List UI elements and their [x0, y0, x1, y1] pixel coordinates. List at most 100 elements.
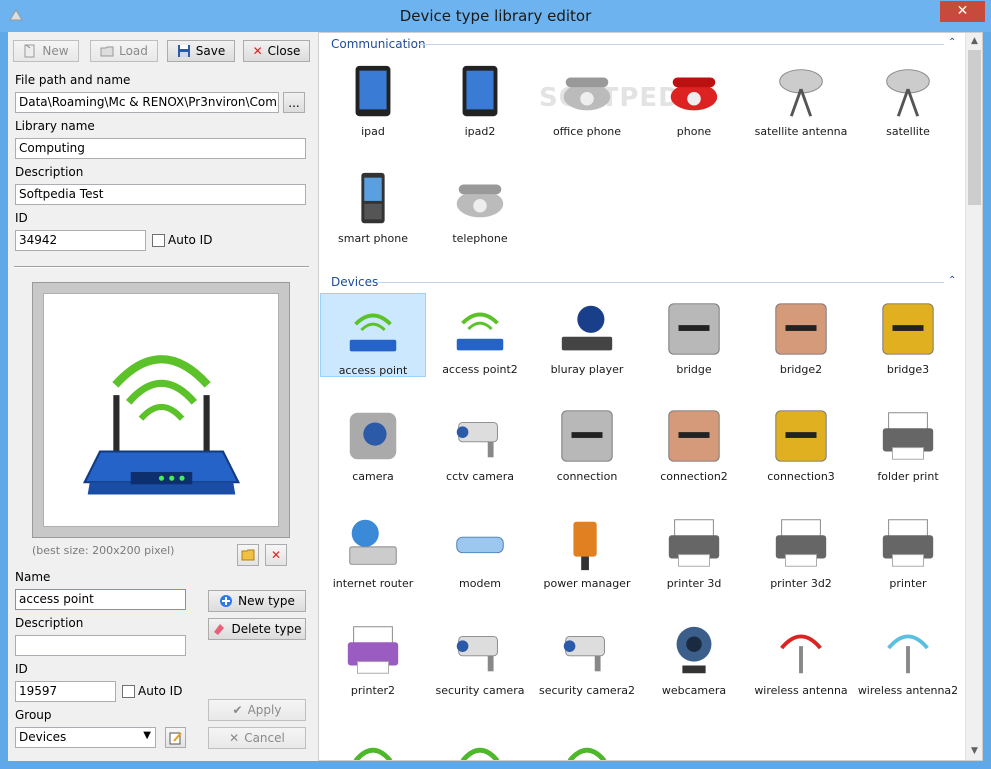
collapse-icon[interactable]: ⌃	[948, 275, 956, 286]
smart-phone-icon	[341, 166, 405, 230]
library-name-field[interactable]: Computing	[15, 138, 306, 159]
type-tile-printer[interactable]: printer	[855, 507, 961, 591]
section-header-communication[interactable]: Communication	[331, 37, 426, 51]
type-tile-folder-print[interactable]: folder print	[855, 400, 961, 484]
remove-image-button[interactable]: ✕	[265, 544, 287, 566]
type-tile-wireless-antenna[interactable]: wireless antenna	[748, 614, 854, 698]
group-dropdown[interactable]: Devices ▼	[15, 727, 156, 748]
type-tile-telephone[interactable]: telephone	[427, 162, 533, 246]
type-auto-id-checkbox[interactable]: Auto ID	[122, 684, 182, 698]
type-tile-blank[interactable]	[534, 721, 640, 760]
scroll-up-icon[interactable]: ▲	[966, 33, 982, 50]
browse-button[interactable]: ...	[283, 92, 305, 113]
type-tile-blank[interactable]	[320, 721, 426, 760]
security-camera2-icon	[555, 618, 619, 682]
type-tile-phone[interactable]: phone	[641, 55, 747, 139]
delete-icon: ✕	[270, 548, 282, 562]
type-tile-ipad2[interactable]: ipad2	[427, 55, 533, 139]
divider	[14, 266, 309, 268]
save-button[interactable]: Save	[167, 40, 235, 62]
type-tile-printer-3d[interactable]: printer 3d	[641, 507, 747, 591]
image-size-hint: (best size: 200x200 pixel)	[32, 544, 175, 557]
type-tile-webcamera[interactable]: webcamera	[641, 614, 747, 698]
bridge2-icon	[769, 297, 833, 361]
type-tile-label: office phone	[552, 125, 622, 138]
type-description-field[interactable]	[15, 635, 186, 656]
image-preview-frame[interactable]	[32, 282, 290, 538]
type-tile-smart-phone[interactable]: smart phone	[320, 162, 426, 246]
type-tile-office-phone[interactable]: office phone	[534, 55, 640, 139]
apply-label: Apply	[247, 703, 282, 717]
library-id-label: ID	[15, 211, 28, 225]
type-tile-internet-router[interactable]: internet router	[320, 507, 426, 591]
type-tile-satellite[interactable]: satellite	[855, 55, 961, 139]
apply-button[interactable]: ✔ Apply	[208, 699, 306, 721]
type-tile-bridge2[interactable]: bridge2	[748, 293, 854, 377]
type-tile-cctv-camera[interactable]: cctv camera	[427, 400, 533, 484]
add-icon	[220, 595, 233, 607]
library-description-field[interactable]: Softpedia Test	[15, 184, 306, 205]
blank-icon	[448, 725, 512, 760]
library-id-field[interactable]: 34942	[15, 230, 146, 251]
edit-groups-button[interactable]	[165, 727, 186, 748]
type-tile-security-camera2[interactable]: security camera2	[534, 614, 640, 698]
type-tile-access-point2[interactable]: access point2	[427, 293, 533, 377]
type-tile-connection2[interactable]: connection2	[641, 400, 747, 484]
window-close-button[interactable]: ✕	[940, 1, 985, 22]
edit-icon	[169, 731, 182, 744]
checkbox-box	[152, 233, 165, 247]
cancel-button[interactable]: ✕ Cancel	[208, 727, 306, 749]
delete-type-button[interactable]: Delete type	[208, 618, 306, 640]
type-tile-label: telephone	[452, 232, 508, 245]
load-button[interactable]: Load	[90, 40, 158, 62]
type-tile-ipad[interactable]: ipad	[320, 55, 426, 139]
type-tile-access-point[interactable]: access point	[320, 293, 426, 377]
new-type-button[interactable]: New type	[208, 590, 306, 612]
type-tile-label: printer2	[350, 684, 396, 697]
type-tile-modem[interactable]: modem	[427, 507, 533, 591]
type-tile-wireless-antenna2[interactable]: wireless antenna2	[855, 614, 961, 698]
file-path-field[interactable]: Data\Roaming\Mc & RENOX\Pr3nviron\Comput…	[15, 92, 279, 113]
type-tile-bridge3[interactable]: bridge3	[855, 293, 961, 377]
type-tile-blank[interactable]	[427, 721, 533, 760]
type-tile-bluray-player[interactable]: bluray player	[534, 293, 640, 377]
type-tile-printer-3d2[interactable]: printer 3d2	[748, 507, 854, 591]
type-tile-printer2[interactable]: printer2	[320, 614, 426, 698]
type-tile-label: modem	[459, 577, 501, 590]
scroll-down-icon[interactable]: ▼	[966, 743, 982, 760]
save-icon	[177, 45, 190, 57]
type-gallery[interactable]: SOFTPEDIA Communication ⌃ ipad ipad2 offic…	[318, 32, 983, 761]
scroll-thumb[interactable]	[968, 50, 981, 205]
section-header-devices[interactable]: Devices	[331, 275, 378, 289]
close-button[interactable]: ✕ Close	[243, 40, 310, 62]
access-point-preview-icon	[82, 354, 240, 495]
cancel-icon: ✕	[229, 731, 240, 745]
type-tile-label: access point2	[442, 363, 518, 376]
type-tile-bridge[interactable]: bridge	[641, 293, 747, 377]
collapse-icon[interactable]: ⌃	[948, 37, 956, 48]
type-tile-satellite-antenna[interactable]: satellite antenna	[748, 55, 854, 139]
type-tile-security-camera[interactable]: security camera	[427, 614, 533, 698]
type-tile-connection3[interactable]: connection3	[748, 400, 854, 484]
checkbox-box	[122, 684, 135, 698]
type-tile-label: printer 3d	[666, 577, 722, 590]
type-tile-label: wireless antenna	[754, 684, 848, 697]
vertical-scrollbar[interactable]: ▲ ▼	[965, 33, 982, 760]
type-tile-label: webcamera	[661, 684, 727, 697]
type-tile-label: satellite	[886, 125, 930, 138]
type-tile-connection[interactable]: connection	[534, 400, 640, 484]
new-button[interactable]: New	[13, 40, 79, 62]
blank-icon	[555, 725, 619, 760]
type-tile-camera[interactable]: camera	[320, 400, 426, 484]
save-button-label: Save	[195, 44, 226, 58]
type-tile-label: connection2	[660, 470, 728, 483]
load-image-button[interactable]	[237, 544, 259, 566]
library-auto-id-checkbox[interactable]: Auto ID	[152, 233, 212, 247]
chevron-down-icon: ▼	[143, 730, 151, 741]
type-tile-power-manager[interactable]: power manager	[534, 507, 640, 591]
type-name-field[interactable]: access point	[15, 589, 186, 610]
webcamera-icon	[662, 618, 726, 682]
type-id-field[interactable]: 19597	[15, 681, 116, 702]
delete-type-label: Delete type	[231, 622, 302, 636]
telephone-icon	[448, 166, 512, 230]
